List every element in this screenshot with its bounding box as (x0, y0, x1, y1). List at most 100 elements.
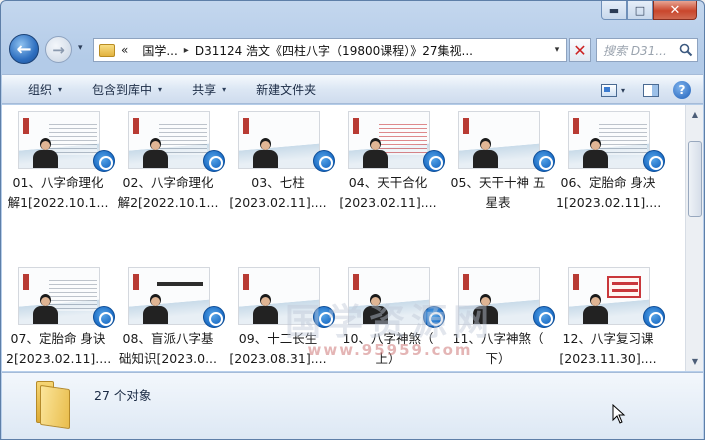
video-file-icon (203, 150, 225, 172)
maximize-button[interactable]: □ (627, 1, 653, 20)
file-name: 01、八字命理化 解1[2022.10.1... (6, 173, 110, 213)
file-name: 10、八字神煞（ 上）[2023.09.0... (336, 329, 440, 369)
file-item[interactable]: 11、八字神煞（ 下）[2023.09.0... (446, 261, 555, 371)
file-name-line-1: 02、八字命理化 (122, 175, 214, 190)
video-file-icon (423, 150, 445, 172)
command-bar: 组织 ▾ 包含到库中 ▾ 共享 ▾ 新建文件夹 ▾ ? (2, 74, 703, 104)
file-item[interactable]: 05、天干十神 五星表[2023.02.1... (446, 105, 555, 245)
navigation-bar: ← → ▾ « 国学... ▸ D31124 浩文《四柱八字（19800课程）》… (7, 34, 699, 66)
share-label: 共享 (192, 82, 217, 97)
file-item[interactable]: 09、十二长生 [2023.08.31].... (226, 261, 335, 371)
folder-icon (99, 43, 115, 57)
share-menu[interactable]: 共享 ▾ (182, 74, 236, 104)
change-view-icon[interactable] (600, 83, 617, 97)
details-pane: 27 个对象 (2, 372, 703, 439)
file-name: 07、定胎命 身诀 2[2023.02.11].... (6, 329, 110, 369)
scroll-thumb[interactable] (688, 141, 702, 217)
file-name-line-1: 10、八字神煞（ (342, 331, 434, 346)
video-file-icon (643, 150, 665, 172)
breadcrumb-segment-2[interactable]: D31124 浩文《四柱八字（19800课程）》27集视... (195, 42, 473, 59)
help-icon[interactable]: ? (673, 81, 691, 99)
video-thumbnail (238, 267, 320, 325)
organize-menu[interactable]: 组织 ▾ (18, 74, 72, 104)
file-name: 02、八字命理化 解2[2022.10.1... (116, 173, 220, 213)
file-name: 09、十二长生 [2023.08.31].... (226, 329, 330, 369)
breadcrumb-sep-icon[interactable]: ▸ (184, 45, 189, 56)
video-file-icon (203, 306, 225, 328)
video-thumbnail (568, 267, 650, 325)
file-name-line-1: 12、八字复习课 (562, 331, 654, 346)
chevron-down-icon: ▾ (222, 84, 227, 94)
file-name-line-1: 03、七柱 (251, 175, 305, 190)
file-item[interactable]: 07、定胎命 身诀 2[2023.02.11].... (6, 261, 115, 371)
breadcrumb-segment-1[interactable]: 国学... (142, 42, 177, 59)
file-name-line-2: 下）[2023.09.0... (485, 351, 511, 366)
file-name: 03、七柱 [2023.02.11].... (226, 173, 330, 213)
vertical-scrollbar[interactable]: ▲ ▼ (685, 105, 703, 371)
file-name: 06、定胎命 身决 1[2023.02.11].... (556, 173, 660, 213)
file-name-line-1: 11、八字神煞（ (452, 331, 544, 346)
file-list[interactable]: 12、八字复习课 [2023.11.30].... 11、八字神煞（ 下）[2023.… (2, 105, 685, 371)
file-item[interactable]: 12、八字复习课 [2023.11.30].... (556, 261, 665, 371)
file-name: 05、天干十神 五星表[2023.02.1... (446, 173, 550, 213)
scroll-down-button[interactable]: ▼ (687, 353, 703, 370)
video-file-icon (313, 150, 335, 172)
folder-icon (32, 381, 76, 430)
video-thumbnail (128, 111, 210, 169)
chevron-down-icon: ▾ (158, 84, 163, 94)
video-thumbnail (458, 267, 540, 325)
recent-pages-dropdown[interactable]: ▾ (78, 43, 83, 53)
file-item[interactable]: 06、定胎命 身决 1[2023.02.11].... (556, 105, 665, 245)
search-placeholder: 搜索 D31... (603, 43, 667, 58)
file-item[interactable]: 04、天干合化 [2023.02.11].... (336, 105, 445, 245)
file-name-line-2: 上）[2023.09.0... (375, 351, 401, 366)
close-button[interactable]: ✕ (653, 1, 697, 20)
forward-button[interactable]: → (45, 36, 72, 63)
video-file-icon (533, 306, 555, 328)
minimize-button[interactable]: ▬ (601, 1, 627, 20)
stop-button[interactable]: ✕ (569, 38, 591, 62)
file-item[interactable]: 08、盲派八字基 础知识[2023.0... (116, 261, 225, 371)
file-name-line-1: 05、天干十神 五 (450, 175, 546, 190)
caption-buttons: ▬ □ ✕ (601, 1, 697, 20)
video-file-icon (533, 150, 555, 172)
video-thumbnail (128, 267, 210, 325)
address-bar[interactable]: « 国学... ▸ D31124 浩文《四柱八字（19800课程）》27集视..… (93, 38, 567, 62)
new-folder-button[interactable]: 新建文件夹 (246, 74, 326, 104)
video-file-icon (93, 150, 115, 172)
file-name: 12、八字复习课 [2023.11.30].... (556, 329, 660, 369)
organize-label: 组织 (28, 82, 53, 97)
mouse-cursor-icon (612, 404, 626, 424)
file-name-line-2: 解2[2022.10.1... (117, 195, 219, 210)
include-in-library-label: 包含到库中 (92, 82, 153, 97)
file-name-line-1: 04、天干合化 (348, 175, 428, 190)
file-item[interactable]: 01、八字命理化 解1[2022.10.1... (6, 105, 115, 245)
video-thumbnail (348, 111, 430, 169)
file-name-line-2: 2[2023.02.11].... (6, 351, 110, 366)
file-item[interactable]: 02、八字命理化 解2[2022.10.1... (116, 105, 225, 245)
file-name: 04、天干合化 [2023.02.11].... (336, 173, 440, 213)
file-name-line-1: 06、定胎命 身决 (560, 175, 656, 190)
file-name-line-2: [2023.08.31].... (229, 351, 327, 366)
search-input[interactable]: 搜索 D31... (596, 38, 698, 62)
back-button[interactable]: ← (9, 34, 39, 64)
video-thumbnail (18, 267, 100, 325)
file-name-line-1: 01、八字命理化 (12, 175, 104, 190)
include-in-library-menu[interactable]: 包含到库中 ▾ (82, 74, 172, 104)
file-name-line-2: [2023.11.30].... (559, 351, 657, 366)
new-folder-label: 新建文件夹 (256, 82, 317, 97)
address-overflow[interactable]: « (121, 43, 128, 57)
scroll-up-button[interactable]: ▲ (687, 106, 703, 123)
address-dropdown-button[interactable]: ▾ (548, 39, 566, 61)
video-thumbnail (18, 111, 100, 169)
search-icon[interactable] (679, 43, 693, 57)
toolbar-right: ▾ ? (600, 75, 703, 105)
video-thumbnail (238, 111, 320, 169)
view-options-dropdown[interactable]: ▾ (621, 86, 625, 95)
file-name-line-2: [2023.02.11].... (229, 195, 327, 210)
file-item[interactable]: 10、八字神煞（ 上）[2023.09.0... (336, 261, 445, 371)
preview-pane-icon[interactable] (643, 83, 659, 97)
file-item[interactable]: 03、七柱 [2023.02.11].... (226, 105, 335, 245)
file-name-line-1: 09、十二长生 (238, 331, 318, 346)
video-thumbnail (458, 111, 540, 169)
